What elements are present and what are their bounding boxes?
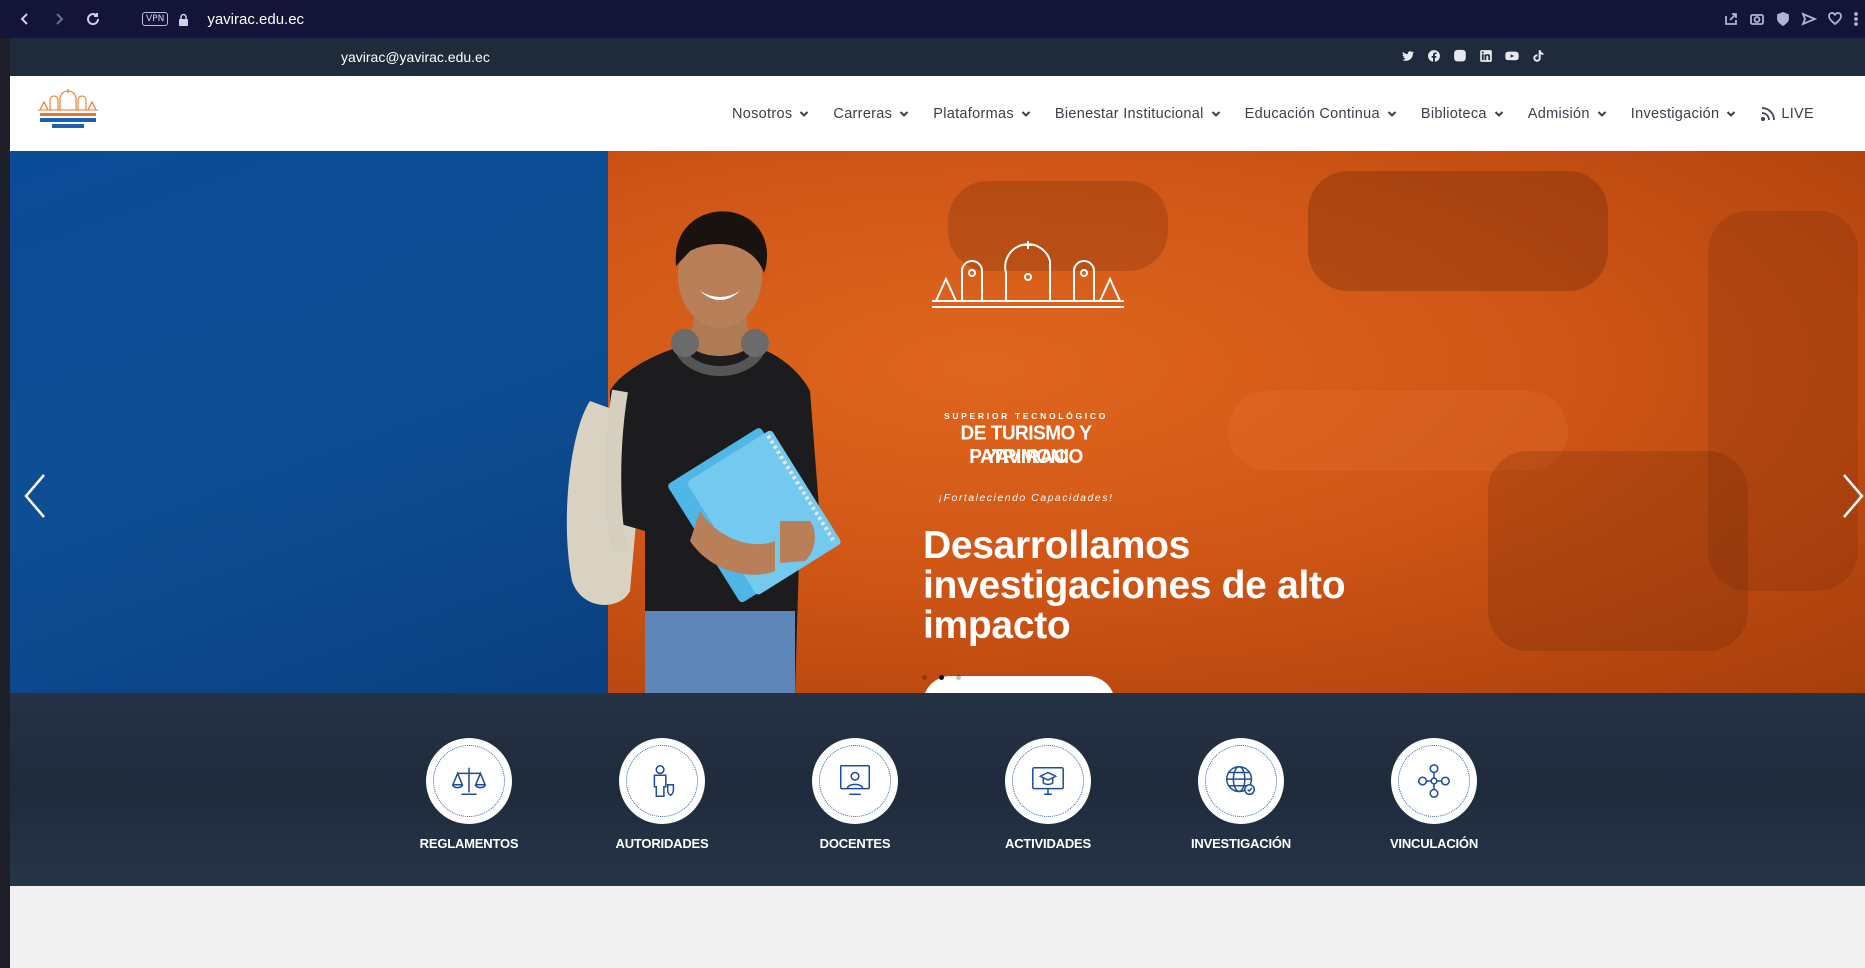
window-edge [0, 38, 10, 968]
nav-item-bienestar[interactable]: Bienestar Institucional [1043, 106, 1233, 122]
hero-slider: SUPERIOR TECNOLÓGICO DE TURISMO Y PATRIM… [10, 151, 1865, 693]
chevron-down-icon [1727, 110, 1736, 117]
quick-link-label: VINCULACIÓN [1389, 836, 1479, 851]
network-people-icon [1418, 764, 1450, 798]
youtube-icon[interactable] [1504, 48, 1519, 63]
nav-item-label: Educación Continua [1244, 105, 1380, 122]
chevron-down-icon [1387, 110, 1397, 117]
chevron-left-icon [24, 474, 45, 518]
tiktok-icon[interactable] [1530, 48, 1545, 63]
quick-link-docentes[interactable]: DOCENTES [775, 738, 935, 851]
send-icon[interactable] [1801, 11, 1817, 27]
nav-item-biblioteca[interactable]: Biblioteca [1409, 106, 1516, 122]
content-area [10, 886, 1865, 968]
chevron-down-icon [800, 110, 809, 117]
chevron-right-icon [1843, 474, 1864, 518]
nav-item-label: Plataformas [933, 105, 1014, 122]
quick-link-label: INVESTIGACIÓN [1191, 836, 1291, 851]
nav-item-label: Bienestar Institucional [1054, 105, 1204, 122]
nav-item-plataformas[interactable]: Plataformas [921, 106, 1043, 122]
nav-item-label: Biblioteca [1420, 105, 1487, 122]
web-page: yavirac@yavirac.edu.ec Nosotros Carreras… [10, 38, 1865, 968]
quick-link-label: ACTIVIDADES [1005, 836, 1091, 851]
quick-links-bar: REGLAMENTOS AUTORIDADES DOCENTES ACTIVID… [10, 693, 1865, 886]
address-bar-url[interactable]: yavirac.edu.ec [207, 11, 304, 28]
student-photo [566, 211, 841, 693]
chevron-down-icon [1021, 110, 1031, 117]
nav-item-label: Investigación [1630, 105, 1720, 122]
main-navigation: Nosotros Carreras Plataformas Bienestar … [720, 76, 1826, 151]
contact-email-link[interactable]: yavirac@yavirac.edu.ec [341, 49, 490, 65]
linkedin-icon[interactable] [1478, 48, 1493, 63]
quick-link-label: REGLAMENTOS [419, 836, 519, 851]
back-button[interactable] [8, 0, 42, 38]
browser-actions [1723, 0, 1865, 38]
browser-toolbar: VPN yavirac.edu.ec [0, 0, 1865, 38]
quick-link-actividades[interactable]: ACTIVIDADES [968, 738, 1128, 851]
hero-title: Desarrollamos investigaciones de alto im… [923, 524, 1346, 647]
monitor-graduation-icon [1032, 766, 1064, 796]
forward-button[interactable] [42, 0, 76, 38]
nav-live-label: LIVE [1781, 105, 1814, 122]
arrow-left-icon [20, 13, 28, 25]
nav-item-investigacion[interactable]: Investigación [1619, 106, 1749, 122]
globe-search-icon [1225, 765, 1256, 796]
top-info-bar: yavirac@yavirac.edu.ec [10, 38, 1865, 76]
twitter-icon[interactable] [1400, 48, 1415, 63]
quick-link-reglamentos[interactable]: REGLAMENTOS [389, 738, 549, 851]
reload-button[interactable] [76, 0, 110, 38]
share-icon[interactable] [1723, 11, 1739, 27]
shield-icon[interactable] [1775, 11, 1791, 27]
yavirac-white-logo [932, 241, 1124, 308]
reload-icon [87, 13, 100, 26]
rss-icon [1761, 106, 1776, 121]
nav-item-admision[interactable]: Admisión [1516, 106, 1619, 122]
vpn-badge[interactable]: VPN [142, 12, 169, 26]
camera-icon[interactable] [1749, 11, 1765, 27]
chevron-down-icon [1597, 110, 1606, 117]
chevron-down-icon [900, 110, 909, 117]
nav-item-label: Carreras [833, 105, 893, 122]
chevron-down-icon [1211, 110, 1220, 117]
slider-dot[interactable] [956, 675, 961, 680]
nav-item-live[interactable]: LIVE [1748, 106, 1826, 122]
instagram-icon[interactable] [1452, 48, 1467, 63]
slider-dot-active[interactable] [939, 675, 944, 680]
chevron-down-icon [1494, 110, 1503, 117]
slider-prev-button[interactable] [20, 471, 50, 521]
lock-icon[interactable] [178, 13, 189, 26]
nav-item-label: Admisión [1527, 105, 1590, 122]
person-badge-icon [653, 765, 675, 797]
brand-line-yavirac: YAVIRAC [984, 447, 1068, 468]
facebook-icon[interactable] [1426, 48, 1441, 63]
quick-link-investigacion[interactable]: INVESTIGACIÓN [1161, 738, 1321, 851]
brand-line-superior: SUPERIOR TECNOLÓGICO [943, 411, 1109, 421]
quick-link-autoridades[interactable]: AUTORIDADES [582, 738, 742, 851]
quick-link-label: AUTORIDADES [615, 836, 709, 851]
heart-icon[interactable] [1827, 11, 1843, 27]
social-links [1400, 48, 1545, 63]
slider-dots [922, 675, 961, 680]
menu-dots-icon[interactable] [1853, 11, 1859, 27]
hero-blue-panel [10, 151, 608, 693]
quick-link-vinculacion[interactable]: VINCULACIÓN [1354, 738, 1514, 851]
slider-dot[interactable] [922, 675, 927, 680]
teacher-board-icon [839, 765, 871, 796]
quick-link-label: DOCENTES [819, 836, 891, 851]
scales-icon [451, 767, 487, 796]
nav-item-carreras[interactable]: Carreras [821, 106, 921, 122]
site-header: Nosotros Carreras Plataformas Bienestar … [10, 76, 1865, 151]
arrow-right-icon [56, 13, 64, 25]
yavirac-logo[interactable] [36, 88, 100, 136]
slider-next-button[interactable] [1838, 471, 1865, 521]
brand-tagline: ¡Fortaleciendo Capacidades! [938, 492, 1114, 504]
nav-item-educacion-continua[interactable]: Educación Continua [1233, 106, 1409, 122]
nav-item-nosotros[interactable]: Nosotros [720, 106, 821, 122]
nav-item-label: Nosotros [732, 105, 793, 122]
